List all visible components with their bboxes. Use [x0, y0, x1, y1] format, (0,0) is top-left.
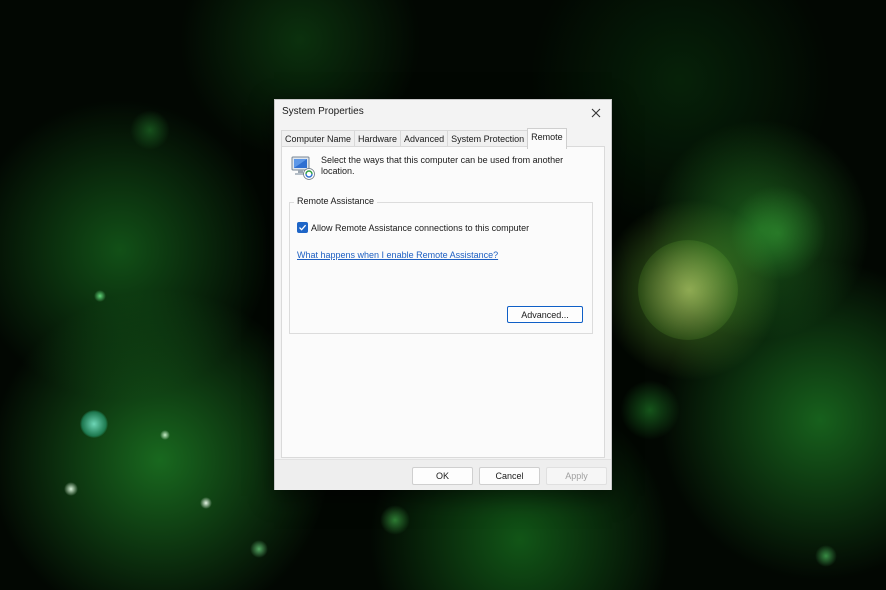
wallpaper-bokeh-light	[200, 497, 212, 509]
close-icon	[591, 108, 601, 118]
wallpaper-bokeh-light	[64, 482, 78, 496]
window-title: System Properties	[282, 106, 364, 117]
tab-strip: Computer Name Hardware Advanced System P…	[281, 128, 567, 149]
checkmark-icon	[299, 224, 307, 231]
remote-description: Select the ways that this computer can b…	[321, 155, 564, 176]
wallpaper-bokeh-light	[638, 240, 738, 340]
wallpaper-bokeh-light	[80, 410, 108, 438]
advanced-button[interactable]: Advanced...	[507, 306, 583, 323]
allow-remote-assistance-label[interactable]: Allow Remote Assistance connections to t…	[311, 223, 529, 233]
tab-remote[interactable]: Remote	[527, 128, 567, 149]
dialog-footer: OK Cancel Apply	[275, 459, 611, 490]
wallpaper-bokeh-light	[130, 110, 170, 150]
tab-system-protection[interactable]: System Protection	[447, 130, 529, 147]
close-button[interactable]	[585, 102, 607, 124]
tab-advanced[interactable]: Advanced	[400, 130, 449, 147]
wallpaper-bokeh-light	[730, 185, 826, 281]
remote-assistance-help-link[interactable]: What happens when I enable Remote Assist…	[297, 250, 498, 260]
wallpaper-bokeh-light	[815, 545, 837, 567]
wallpaper-bokeh-light	[160, 430, 170, 440]
ok-button[interactable]: OK	[412, 467, 473, 485]
remote-assistance-group: Remote Assistance Allow Remote Assistanc…	[289, 196, 593, 334]
remote-assistance-group-title: Remote Assistance	[294, 196, 378, 206]
wallpaper-bokeh-light	[250, 540, 268, 558]
allow-remote-assistance-row[interactable]: Allow Remote Assistance connections to t…	[297, 222, 529, 233]
title-bar[interactable]: System Properties	[275, 100, 611, 126]
apply-button[interactable]: Apply	[546, 467, 607, 485]
allow-remote-assistance-checkbox[interactable]	[297, 222, 308, 233]
wallpaper-bokeh-light	[380, 505, 410, 535]
remote-tab-panel: Select the ways that this computer can b…	[281, 146, 605, 458]
system-properties-dialog: System Properties Computer Name Hardware…	[274, 99, 612, 490]
tab-hardware[interactable]: Hardware	[354, 130, 402, 147]
wallpaper-bokeh-light	[620, 380, 680, 440]
remote-computer-icon	[291, 156, 315, 180]
tab-computer-name[interactable]: Computer Name	[281, 130, 356, 147]
wallpaper-bokeh-light	[94, 290, 106, 302]
cancel-button[interactable]: Cancel	[479, 467, 540, 485]
